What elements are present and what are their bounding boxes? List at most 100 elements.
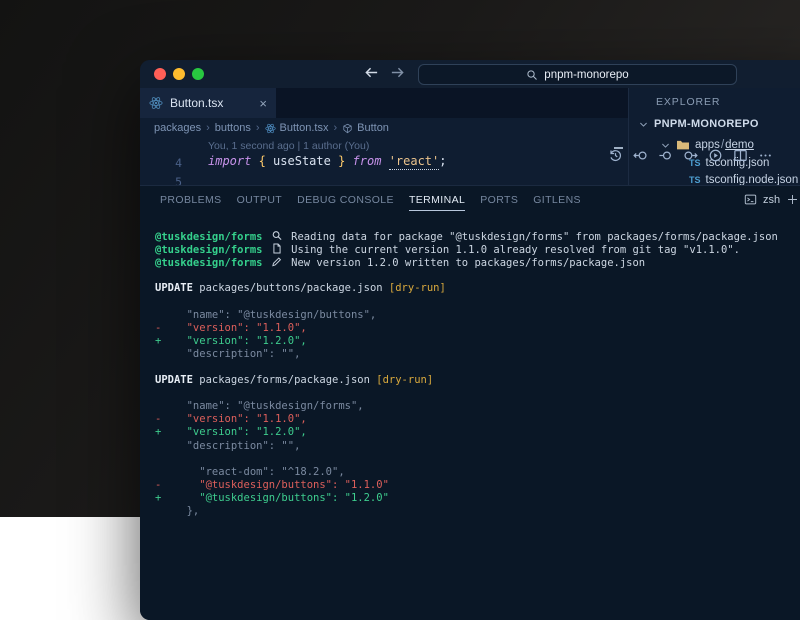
terminal-text: - "@tuskdesign/buttons": "1.1.0" <box>155 479 389 491</box>
breadcrumb-item-button[interactable]: Button <box>342 122 389 134</box>
terminal-text: "name": "@tuskdesign/buttons", <box>155 309 376 321</box>
terminal-line: - "@tuskdesign/buttons": "1.1.0" <box>155 479 800 492</box>
panel-tab-ports[interactable]: PORTS <box>480 188 518 211</box>
terminal-text: - "version": "1.1.0", <box>155 413 307 425</box>
terminal-text: packages/forms/package.json <box>193 374 376 386</box>
terminal-line <box>155 269 800 282</box>
terminal-line: "description": "", <box>155 348 800 361</box>
terminal-line <box>155 295 800 308</box>
terminal-line: "description": "", <box>155 440 800 453</box>
open-changes-icon[interactable] <box>658 148 673 163</box>
more-actions-icon[interactable] <box>758 148 773 163</box>
breadcrumb-label: buttons <box>215 122 251 134</box>
run-icon[interactable] <box>708 148 723 163</box>
terminal-text: - "version": "1.1.0", <box>155 322 307 334</box>
terminal-line: + "version": "1.2.0", <box>155 426 800 439</box>
panel-tab-gitlens[interactable]: GITLENS <box>533 188 581 211</box>
terminal-text: "name": "@tuskdesign/forms", <box>155 400 364 412</box>
editor-and-sidebar-row: Button.tsx × packages › buttons › Button.tsx… <box>140 88 800 185</box>
explorer-sidebar: EXPLORER PNPM-MONOREPO apps/demo TS tsco… <box>629 88 800 185</box>
terminal-text: @tuskdesign/forms <box>155 231 269 243</box>
code-token: ; <box>439 154 446 168</box>
chevron-right-icon: › <box>206 122 210 134</box>
terminal-line: + "@tuskdesign/buttons": "1.2.0" <box>155 492 800 505</box>
terminal-line <box>155 387 800 400</box>
terminal-line: @tuskdesign/forms Using the current vers… <box>155 243 800 256</box>
terminal-output[interactable]: @tuskdesign/forms Reading data for packa… <box>140 213 800 518</box>
code-token: useState <box>266 154 338 168</box>
chevron-right-icon: › <box>333 122 337 134</box>
bottom-panel: PROBLEMS OUTPUT DEBUG CONSOLE TERMINAL PORTS… <box>140 185 800 620</box>
split-editor-icon[interactable] <box>733 148 748 163</box>
terminal-text: New version 1.2.0 written to packages/fo… <box>285 257 645 269</box>
breadcrumb-label: Button <box>357 122 389 134</box>
terminal-line: "react-dom": "^18.2.0", <box>155 466 800 479</box>
terminal-line: + "version": "1.2.0", <box>155 335 800 348</box>
previous-change-icon[interactable] <box>633 148 648 163</box>
panel-tab-terminal[interactable]: TERMINAL <box>409 188 465 211</box>
terminal-text: Reading data for package "@tuskdesign/fo… <box>285 231 778 243</box>
explorer-root-pnpm-monorepo[interactable]: PNPM-MONOREPO <box>638 118 759 130</box>
terminal-text: + "@tuskdesign/buttons": "1.2.0" <box>155 492 389 504</box>
terminal-text: UPDATE <box>155 374 193 386</box>
terminal-text: @tuskdesign/forms <box>155 257 269 269</box>
desktop-background: pnpm-monorepo Button.tsx × packages › butt… <box>0 0 800 517</box>
chevron-down-icon <box>638 119 649 130</box>
code-token: 'react' <box>389 154 440 170</box>
tab-button-tsx[interactable]: Button.tsx × <box>140 88 276 118</box>
code-editor[interactable]: You, 1 second ago | 1 author (You) 4 imp… <box>140 138 628 185</box>
breadcrumb-label: Button.tsx <box>280 122 329 134</box>
traffic-lights <box>154 68 204 80</box>
terminal-text: @tuskdesign/forms <box>155 244 269 256</box>
panel-tab-problems[interactable]: PROBLEMS <box>160 188 222 211</box>
magnifier-icon <box>271 230 283 241</box>
symbol-class-icon <box>342 123 353 134</box>
terminal-text: }, <box>155 505 199 517</box>
maximize-window-button[interactable] <box>192 68 204 80</box>
terminal-line: }, <box>155 505 800 518</box>
shell-name[interactable]: zsh <box>763 194 780 206</box>
code-text: import { useState } from 'react'; <box>208 154 447 168</box>
breadcrumb-item-packages[interactable]: packages <box>154 122 201 134</box>
terminal-text: [dry-run] <box>376 374 433 386</box>
file-icon <box>271 243 283 254</box>
next-change-icon[interactable] <box>683 148 698 163</box>
vscode-window: pnpm-monorepo Button.tsx × packages › butt… <box>140 60 800 620</box>
close-tab-icon[interactable]: × <box>259 97 267 110</box>
terminal-shell-controls: zsh <box>744 186 799 213</box>
terminal-line <box>155 361 800 374</box>
history-icon[interactable] <box>608 148 623 163</box>
pencil-icon <box>271 256 283 267</box>
editor-group: Button.tsx × packages › buttons › Button.tsx… <box>140 88 628 185</box>
terminal-icon <box>744 193 757 206</box>
terminal-text: + "version": "1.2.0", <box>155 426 307 438</box>
command-center-search[interactable]: pnpm-monorepo <box>418 64 737 85</box>
panel-tab-output[interactable]: OUTPUT <box>237 188 283 211</box>
code-token: from <box>353 154 382 168</box>
terminal-line: UPDATE packages/buttons/package.json [dr… <box>155 282 800 295</box>
forward-arrow-icon[interactable] <box>390 65 405 80</box>
panel-tabbar: PROBLEMS OUTPUT DEBUG CONSOLE TERMINAL PORTS… <box>140 186 800 213</box>
explorer-item-tsconfig-node-json[interactable]: TS tsconfig.node.json <box>689 174 798 185</box>
breadcrumb-item-button-tsx[interactable]: Button.tsx <box>265 122 329 134</box>
react-icon <box>265 123 276 134</box>
panel-tab-debug-console[interactable]: DEBUG CONSOLE <box>297 188 394 211</box>
explorer-title: EXPLORER <box>656 96 720 108</box>
code-line: 4 import { useState } from 'react'; <box>140 154 628 172</box>
terminal-line: @tuskdesign/forms New version 1.2.0 writ… <box>155 256 800 269</box>
terminal-line: - "version": "1.1.0", <box>155 413 800 426</box>
breadcrumb-item-buttons[interactable]: buttons <box>215 122 251 134</box>
terminal-text: + "version": "1.2.0", <box>155 335 307 347</box>
new-terminal-plus-icon[interactable] <box>786 193 799 206</box>
editor-tabbar: Button.tsx × <box>140 88 628 118</box>
history-navigation <box>364 65 405 80</box>
terminal-text: [dry-run] <box>389 282 446 294</box>
close-window-button[interactable] <box>154 68 166 80</box>
typescript-icon: TS <box>689 175 701 185</box>
terminal-line: UPDATE packages/forms/package.json [dry-… <box>155 374 800 387</box>
breadcrumb: packages›buttons›Button.tsx›Button <box>140 118 628 138</box>
minimize-window-button[interactable] <box>173 68 185 80</box>
back-arrow-icon[interactable] <box>364 65 379 80</box>
search-value: pnpm-monorepo <box>544 69 628 81</box>
search-icon <box>526 69 538 81</box>
